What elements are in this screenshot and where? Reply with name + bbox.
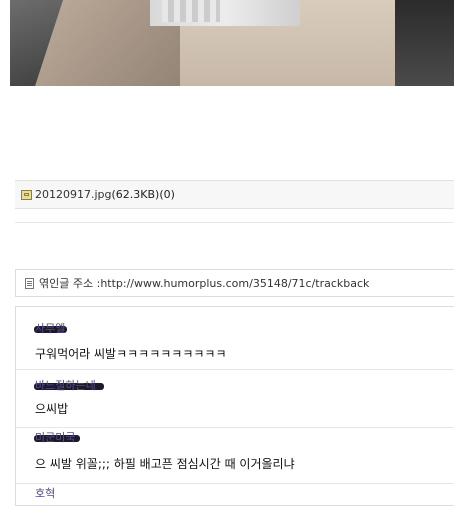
comment-text: 구워먹어라 씨발ㅋㅋㅋㅋㅋㅋㅋㅋㅋㅋ bbox=[35, 347, 227, 361]
attachment-row: 20120917.jpg (62.3KB) (0) bbox=[15, 180, 454, 209]
comment-item: 바느질하는네 으씨밥 bbox=[16, 370, 454, 428]
post-photo bbox=[10, 0, 454, 86]
comment-author[interactable]: 사무엘 bbox=[34, 323, 67, 335]
comment-text: 으씨밥 bbox=[35, 402, 69, 416]
trackback-bar: 엮인글 주소 : http://www.humorplus.com/35148/… bbox=[15, 269, 454, 297]
attachment-link[interactable]: 20120917.jpg bbox=[35, 188, 112, 201]
document-icon bbox=[25, 277, 34, 289]
trackback-url[interactable]: http://www.humorplus.com/35148/71c/track… bbox=[100, 277, 369, 290]
attachment-file-icon bbox=[21, 189, 32, 200]
trackback-label: 엮인글 주소 : bbox=[39, 277, 101, 290]
comment-author[interactable]: 바느질하는네 bbox=[34, 380, 104, 392]
photo-mosaic-blur bbox=[162, 0, 220, 22]
comment-item: 사무엘 구워먹어라 씨발ㅋㅋㅋㅋㅋㅋㅋㅋㅋㅋ bbox=[16, 307, 454, 370]
comment-author[interactable]: 미군미국 bbox=[34, 432, 80, 444]
comment-text: 으 씨발 위꼴;;; 하필 배고픈 점심시간 때 이거올리냐 bbox=[35, 457, 295, 471]
attachment-filename: 20120917.jpg bbox=[35, 188, 112, 201]
divider bbox=[15, 222, 454, 223]
comment-item: 호혁 bbox=[16, 484, 454, 514]
attachment-size: (62.3KB) bbox=[111, 188, 160, 201]
comment-author[interactable]: 호혁 bbox=[35, 488, 55, 500]
attachment-download-count: (0) bbox=[159, 188, 175, 201]
photo-background-right bbox=[395, 0, 454, 86]
comment-list: 사무엘 구워먹어라 씨발ㅋㅋㅋㅋㅋㅋㅋㅋㅋㅋ 바느질하는네 으씨밥 미군미국 으… bbox=[15, 306, 454, 506]
comment-item: 미군미국 으 씨발 위꼴;;; 하필 배고픈 점심시간 때 이거올리냐 bbox=[16, 428, 454, 484]
